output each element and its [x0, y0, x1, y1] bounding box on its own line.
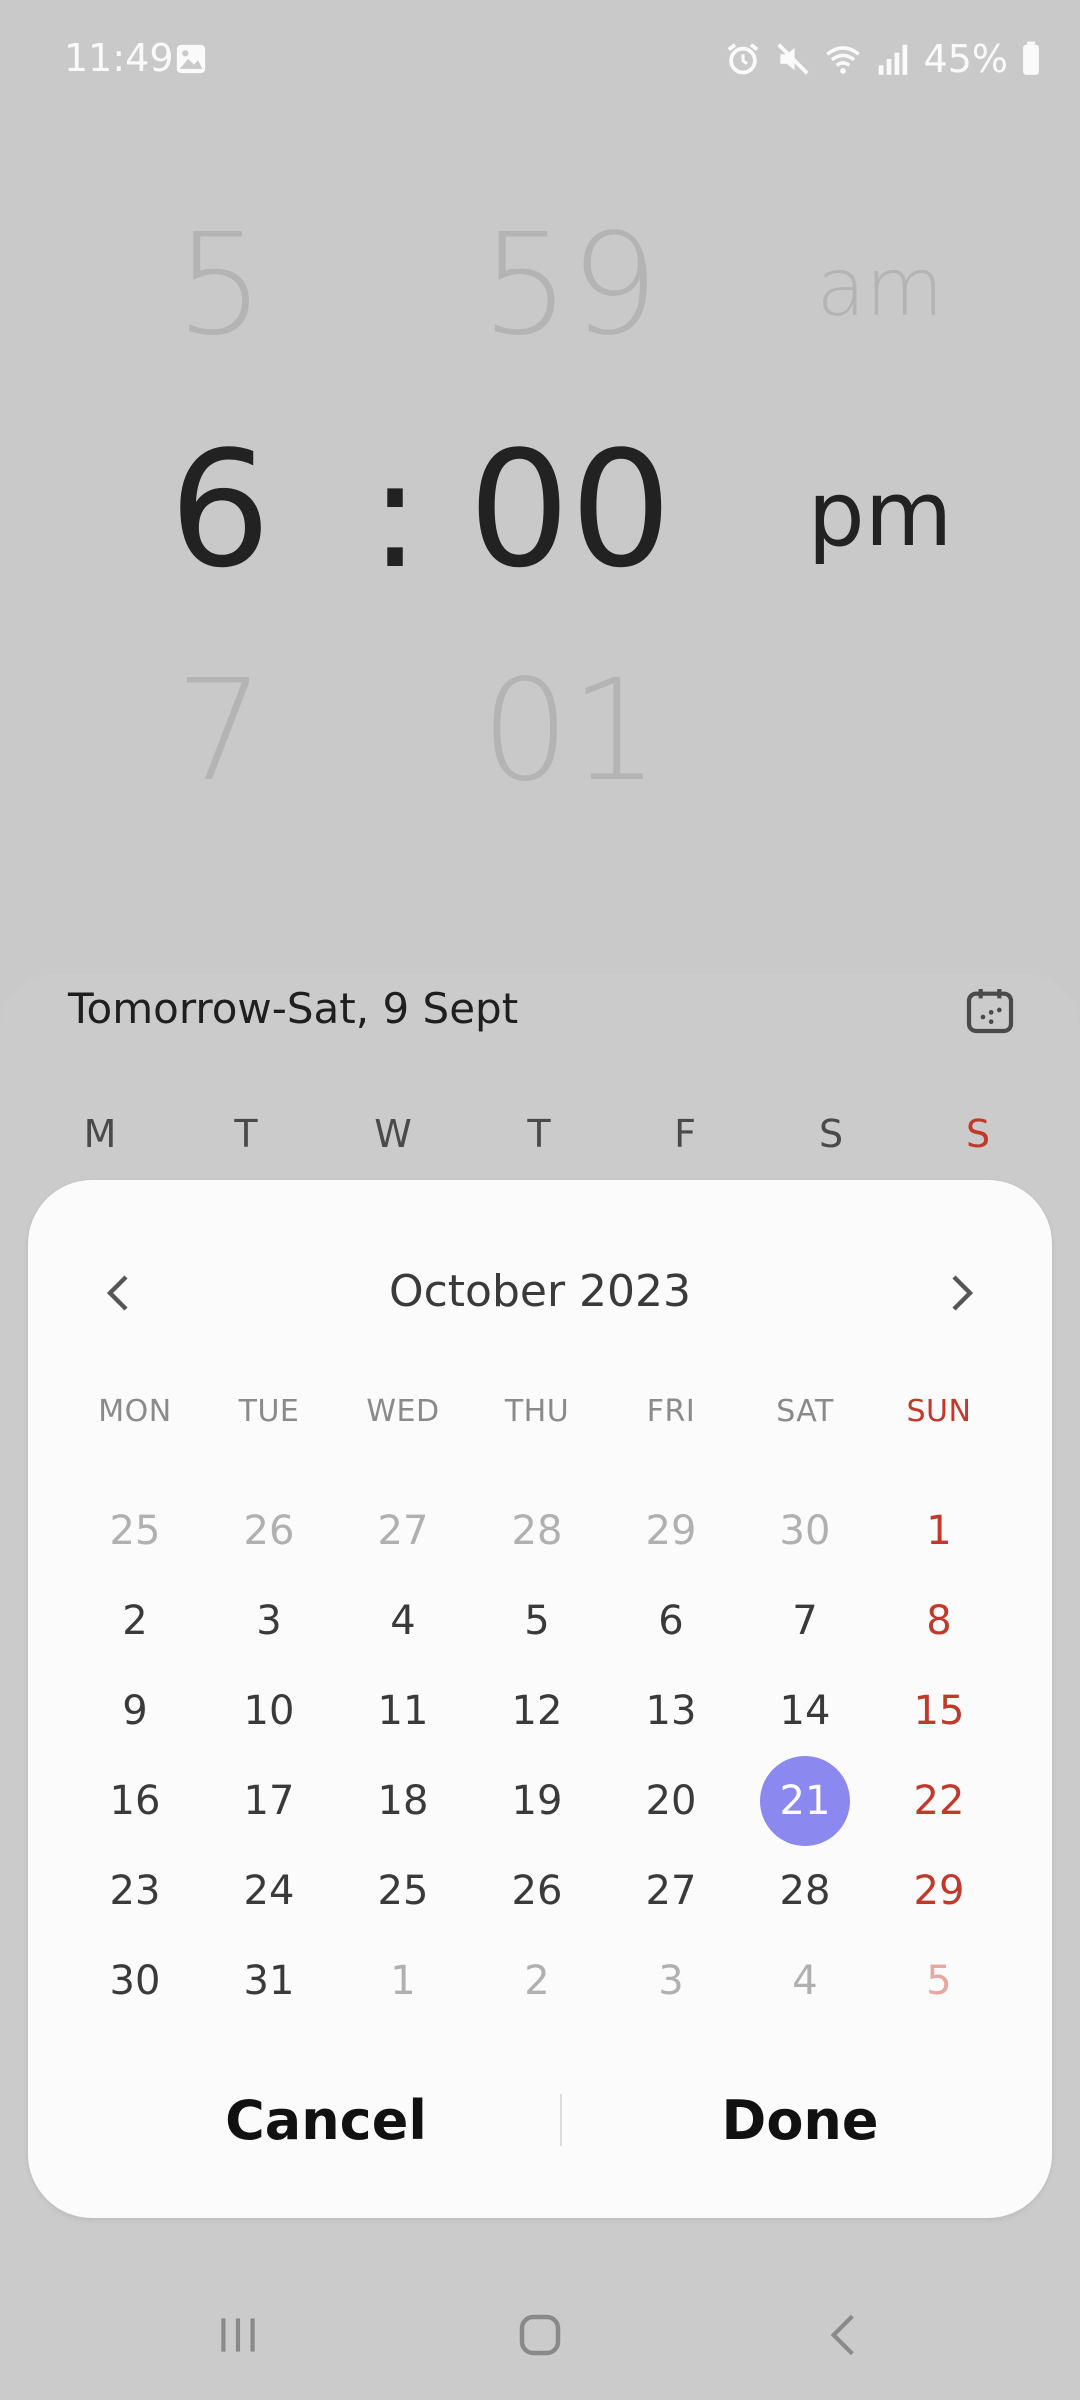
- chevron-right-icon: [952, 1275, 974, 1311]
- day-cell[interactable]: 13: [626, 1666, 716, 1756]
- day-cell[interactable]: 29: [626, 1486, 716, 1576]
- weekday-toggle[interactable]: W: [353, 1112, 433, 1156]
- hour-prev[interactable]: 5: [120, 216, 320, 356]
- day-cell[interactable]: 3: [224, 1576, 314, 1666]
- day-cell[interactable]: 2: [492, 1936, 582, 2026]
- weekday-label: MON: [98, 1394, 172, 1429]
- day-cell[interactable]: 15: [894, 1666, 984, 1756]
- home-icon: [519, 2314, 561, 2356]
- day-cell[interactable]: 23: [90, 1846, 180, 1936]
- day-cell[interactable]: 12: [492, 1666, 582, 1756]
- day-cell[interactable]: 5: [492, 1576, 582, 1666]
- day-cell[interactable]: 26: [492, 1846, 582, 1936]
- cancel-button[interactable]: Cancel: [146, 2060, 506, 2180]
- day-cell[interactable]: 2: [90, 1576, 180, 1666]
- battery-icon: [1023, 41, 1039, 75]
- day-cell[interactable]: 6: [626, 1576, 716, 1666]
- day-cell[interactable]: 4: [760, 1936, 850, 2026]
- month-title[interactable]: October 2023: [28, 1266, 1052, 1317]
- ampm-prev[interactable]: am: [790, 248, 970, 328]
- navigation-bar: [0, 2270, 1080, 2400]
- minute-selected[interactable]: 00: [460, 430, 680, 590]
- wifi-icon: [825, 46, 860, 74]
- weekday-toggle[interactable]: S: [938, 1112, 1018, 1156]
- hour-selected[interactable]: 6: [120, 430, 320, 590]
- time-picker[interactable]: 5 6 7 : 59 00 01 am pm: [0, 150, 1080, 830]
- day-cell[interactable]: 29: [894, 1846, 984, 1936]
- weekday-toggle[interactable]: T: [206, 1112, 286, 1156]
- day-cell[interactable]: 18: [358, 1756, 448, 1846]
- alarm-icon: [727, 43, 758, 75]
- day-cell[interactable]: 27: [358, 1486, 448, 1576]
- ampm-selected[interactable]: pm: [790, 470, 970, 560]
- day-cell[interactable]: 27: [626, 1846, 716, 1936]
- day-cell-selected[interactable]: 21: [760, 1756, 850, 1846]
- back-button[interactable]: [804, 2300, 884, 2370]
- alarm-date-label: Tomorrow-Sat, 9 Sept: [68, 984, 519, 1033]
- image-icon: [176, 44, 206, 74]
- day-cell[interactable]: 8: [894, 1576, 984, 1666]
- day-cell[interactable]: 30: [90, 1936, 180, 2026]
- weekday-label: WED: [366, 1394, 440, 1429]
- next-month-button[interactable]: [926, 1258, 996, 1328]
- minute-prev[interactable]: 59: [460, 216, 680, 356]
- day-cell[interactable]: 1: [358, 1936, 448, 2026]
- date-picker-dialog: October 2023 MON TUE WED THU FRI SAT SUN 25 26 2…: [28, 1180, 1052, 2218]
- day-cell[interactable]: 22: [894, 1756, 984, 1846]
- weekday-toggle[interactable]: T: [499, 1112, 579, 1156]
- weekday-label: SAT: [776, 1394, 834, 1429]
- day-cell[interactable]: 25: [358, 1846, 448, 1936]
- day-cell[interactable]: 7: [760, 1576, 850, 1666]
- time-separator: :: [369, 428, 421, 602]
- weekday-toggle[interactable]: M: [60, 1112, 140, 1156]
- hour-next[interactable]: 7: [120, 662, 320, 802]
- day-cell[interactable]: 16: [90, 1756, 180, 1846]
- days-grid: 25 26 27 28 29 30 1 2 3 4 5 6 7 8 9 10 11 12 13 14 15 16 17 18 1…: [28, 1490, 1052, 2030]
- recents-button[interactable]: [198, 2300, 278, 2370]
- day-cell[interactable]: 3: [626, 1936, 716, 2026]
- back-icon: [830, 2314, 854, 2356]
- day-cell[interactable]: 4: [358, 1576, 448, 1666]
- day-cell[interactable]: 9: [90, 1666, 180, 1756]
- day-cell[interactable]: 14: [760, 1666, 850, 1756]
- weekday-label: FRI: [646, 1394, 696, 1429]
- day-cell[interactable]: 28: [760, 1846, 850, 1936]
- day-cell[interactable]: 25: [90, 1486, 180, 1576]
- action-divider: [560, 2094, 562, 2146]
- weekday-label: THU: [504, 1394, 570, 1429]
- day-cell[interactable]: 26: [224, 1486, 314, 1576]
- day-cell[interactable]: 17: [224, 1756, 314, 1846]
- day-cell[interactable]: 28: [492, 1486, 582, 1576]
- done-button[interactable]: Done: [620, 2060, 980, 2180]
- weekday-label: SUN: [906, 1394, 972, 1429]
- repeat-weekdays: M T W T F S S: [0, 1112, 1080, 1162]
- weekday-toggle[interactable]: F: [645, 1112, 725, 1156]
- day-cell[interactable]: 10: [224, 1666, 314, 1756]
- minute-next[interactable]: 01: [460, 662, 680, 802]
- weekday-toggle[interactable]: S: [791, 1112, 871, 1156]
- mute-icon: [776, 43, 809, 75]
- dialog-actions: Cancel Done: [28, 2060, 1052, 2180]
- day-cell[interactable]: 11: [358, 1666, 448, 1756]
- recents-icon: [221, 2318, 255, 2352]
- day-cell[interactable]: 30: [760, 1486, 850, 1576]
- day-cell[interactable]: 31: [224, 1936, 314, 2026]
- status-bar: 11:49 45%: [0, 0, 1080, 120]
- day-cell[interactable]: 20: [626, 1756, 716, 1846]
- signal-icon: [878, 44, 907, 75]
- day-cell[interactable]: 1: [894, 1486, 984, 1576]
- battery-percent: 45%: [923, 37, 1008, 81]
- weekday-header: MON TUE WED THU FRI SAT SUN: [28, 1394, 1052, 1434]
- status-icons: 45%: [724, 34, 1042, 84]
- status-time: 11:49: [64, 36, 174, 80]
- weekday-label: TUE: [238, 1394, 300, 1429]
- day-cell[interactable]: 19: [492, 1756, 582, 1846]
- day-cell[interactable]: 24: [224, 1846, 314, 1936]
- day-cell[interactable]: 5: [894, 1936, 984, 2026]
- home-button[interactable]: [500, 2300, 580, 2370]
- calendar-icon[interactable]: [962, 982, 1018, 1038]
